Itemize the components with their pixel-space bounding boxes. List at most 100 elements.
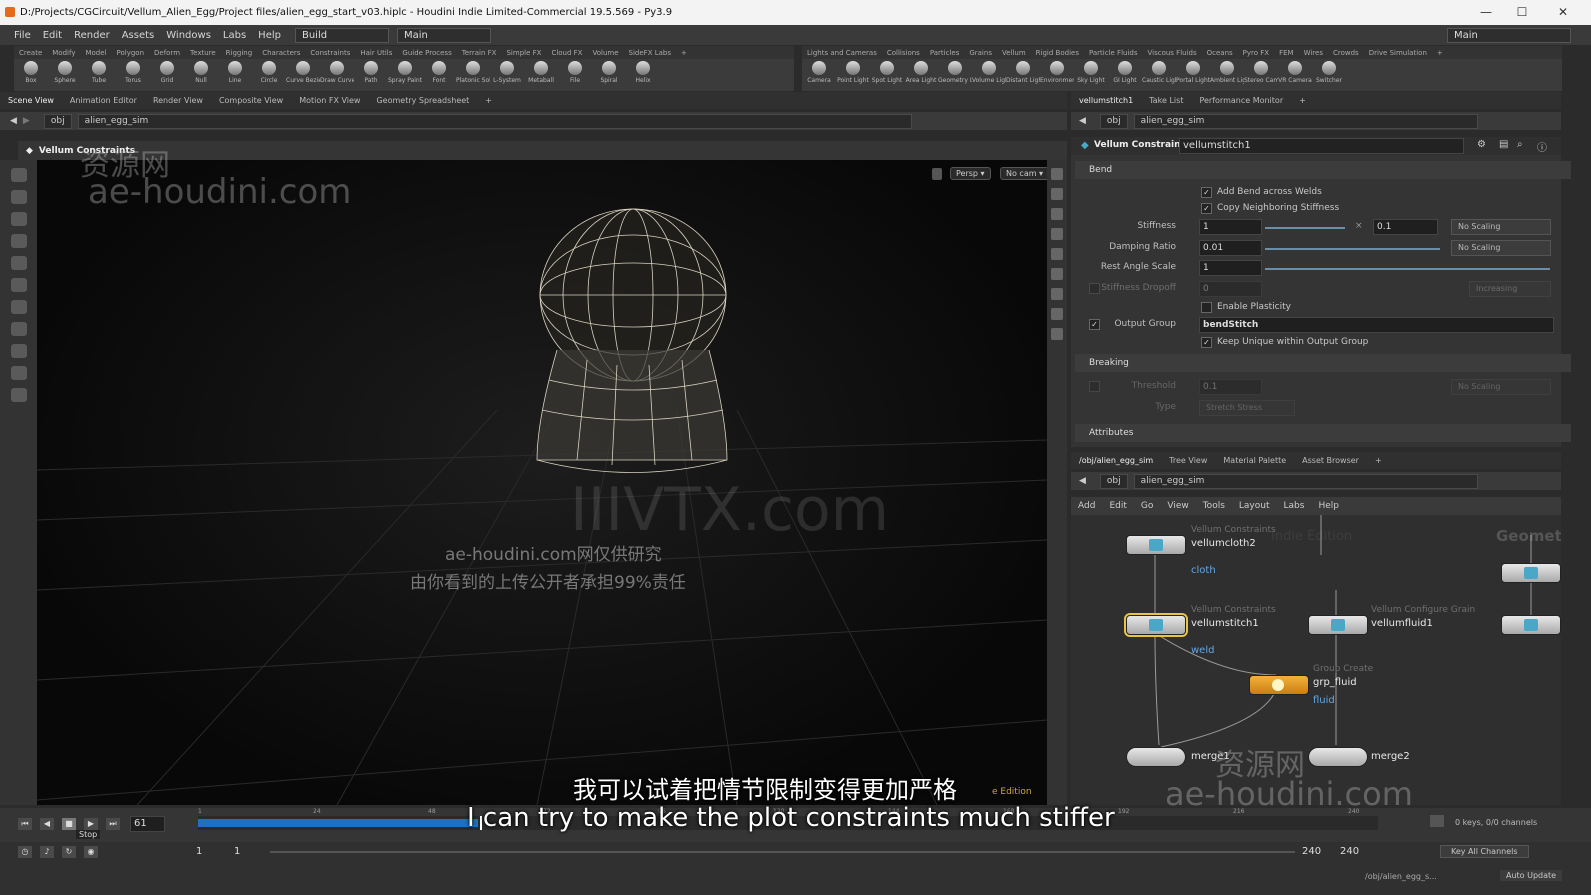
shelf-tool-left-4[interactable]: Grid	[150, 59, 184, 84]
rest-angle-slider[interactable]	[1265, 268, 1550, 270]
maximize-button[interactable]: ☐	[1504, 0, 1540, 25]
damping-slider[interactable]	[1265, 248, 1440, 250]
lock-icon[interactable]	[1051, 188, 1063, 200]
network-tab-2[interactable]: Material Palette	[1215, 456, 1294, 465]
net-path-node[interactable]: alien_egg_sim	[1133, 473, 1478, 489]
menu-edit[interactable]: Edit	[37, 30, 68, 41]
node-vellumfluid1[interactable]	[1308, 615, 1368, 635]
shelf-tool-left-11[interactable]: Spray Paint	[388, 59, 422, 84]
breaking-section[interactable]: Breaking	[1075, 354, 1571, 372]
snap-tool-icon[interactable]	[10, 366, 27, 380]
handle-tool-icon[interactable]	[10, 256, 27, 270]
shelf-tab-right-0[interactable]: Lights and Cameras	[802, 49, 882, 57]
menu-labs[interactable]: Labs	[217, 30, 252, 41]
loop-icon[interactable]: ↻	[62, 846, 76, 858]
shelf-tool-right-9[interactable]: GI Light	[1108, 59, 1142, 84]
close-button[interactable]: ✕	[1545, 0, 1581, 25]
shelf-tab-right-11[interactable]: Wires	[1299, 49, 1328, 57]
rest-angle-field[interactable]: 1	[1199, 260, 1262, 276]
network-tab-3[interactable]: Asset Browser	[1294, 456, 1367, 465]
shelf-tab-right-2[interactable]: Particles	[925, 49, 965, 57]
shelf-tool-right-11[interactable]: Portal Light	[1176, 59, 1210, 84]
damping-scaling-menu[interactable]: No Scaling	[1451, 240, 1551, 256]
shelf-tab-left-11[interactable]: Terrain FX	[457, 49, 502, 57]
stiffness-slider[interactable]	[1265, 227, 1345, 229]
net-menu-view[interactable]: View	[1160, 501, 1195, 511]
shelf-tab-right-5[interactable]: Rigid Bodies	[1031, 49, 1084, 57]
shelf-tool-left-18[interactable]: Helix	[626, 59, 660, 84]
shelf-tab-right-10[interactable]: FEM	[1274, 49, 1299, 57]
damping-field[interactable]: 0.01	[1199, 240, 1262, 256]
forward-arrow-icon[interactable]: ▶	[23, 116, 30, 126]
play-icon[interactable]: ▶	[84, 818, 98, 830]
param-back-icon[interactable]: ◀	[1079, 116, 1086, 126]
shelf-tool-left-7[interactable]: Circle	[252, 59, 286, 84]
current-frame-field[interactable]: 61	[130, 816, 165, 832]
shelf-tool-right-2[interactable]: Spot Light	[870, 59, 904, 84]
fps-icon[interactable]: ◉	[84, 846, 98, 858]
param-tab-1[interactable]: Take List	[1141, 96, 1191, 105]
net-menu-labs[interactable]: Labs	[1277, 501, 1312, 511]
network-tab-4[interactable]: +	[1367, 456, 1390, 465]
normals-icon[interactable]	[1051, 288, 1063, 300]
shelf-tool-left-8[interactable]: Curve Bezier	[286, 59, 320, 84]
stop-button[interactable]: ■	[62, 818, 76, 830]
shelf-tool-left-16[interactable]: File	[558, 59, 592, 84]
range-slider[interactable]	[270, 851, 1295, 853]
shelf-tab-left-12[interactable]: Simple FX	[501, 49, 546, 57]
shelf-tool-left-17[interactable]: Spiral	[592, 59, 626, 84]
shelf-tab-left-2[interactable]: Model	[80, 49, 111, 57]
desktop-select[interactable]: Build	[294, 27, 389, 43]
network-tab-0[interactable]: /obj/alien_egg_sim	[1071, 456, 1161, 465]
stiffness-scaling-menu[interactable]: No Scaling	[1451, 219, 1551, 235]
output-group-field[interactable]: bendStitch	[1199, 317, 1554, 333]
node-merge1[interactable]	[1126, 747, 1186, 767]
shelf-tool-right-3[interactable]: Area Light	[904, 59, 938, 84]
playback-start-field[interactable]: 1	[234, 846, 240, 857]
pose-tool-icon[interactable]	[10, 278, 27, 292]
shelf-tab-right-13[interactable]: Drive Simulation	[1364, 49, 1432, 57]
shelf-tab-left-7[interactable]: Characters	[257, 49, 305, 57]
viewer-tab-0[interactable]: Scene View	[0, 96, 62, 105]
type-menu[interactable]: Stretch Stress	[1199, 400, 1295, 416]
shelf-tab-left-5[interactable]: Texture	[185, 49, 221, 57]
viewer-tab-1[interactable]: Animation Editor	[62, 96, 145, 105]
shelf-tool-left-14[interactable]: L-System	[490, 59, 524, 84]
node-offscreen-1[interactable]	[1501, 563, 1561, 583]
shelf-tool-left-2[interactable]: Tube	[82, 59, 116, 84]
param-tab-3[interactable]: +	[1291, 96, 1314, 105]
node-vellumstitch1[interactable]	[1124, 613, 1188, 637]
stiffness-dropoff-field[interactable]: 0	[1199, 281, 1262, 297]
playback-end-field[interactable]: 240	[1302, 846, 1321, 857]
shelf-tool-right-5[interactable]: Volume Light	[972, 59, 1006, 84]
net-menu-go[interactable]: Go	[1134, 501, 1160, 511]
threshold-scaling-menu[interactable]: No Scaling	[1451, 379, 1551, 395]
auto-update-menu[interactable]: Auto Update	[1500, 870, 1563, 881]
rotate-tool-icon[interactable]	[10, 212, 27, 226]
viewer-tab-3[interactable]: Composite View	[211, 96, 291, 105]
attributes-section[interactable]: Attributes	[1075, 424, 1571, 442]
shelf-tool-right-8[interactable]: Sky Light	[1074, 59, 1108, 84]
shelf-tab-left-6[interactable]: Rigging	[221, 49, 258, 57]
context-select[interactable]: Main	[396, 27, 491, 43]
move-tool-icon[interactable]	[10, 190, 27, 204]
range-start-field[interactable]: 1	[196, 846, 202, 857]
net-menu-add[interactable]: Add	[1071, 501, 1102, 511]
shelf-tool-right-0[interactable]: Camera	[802, 59, 836, 84]
viewer-tab-6[interactable]: +	[477, 96, 500, 105]
gear-icon[interactable]: ⚙	[1477, 139, 1486, 150]
right-context-select[interactable]: Main	[1447, 27, 1571, 43]
shelf-tab-right-1[interactable]: Collisions	[882, 49, 925, 57]
shelf-tab-right-3[interactable]: Grains	[964, 49, 997, 57]
viewer-tab-5[interactable]: Geometry Spreadsheet	[368, 96, 477, 105]
jump-end-icon[interactable]: ⏭	[106, 818, 120, 830]
menu-help[interactable]: Help	[252, 30, 287, 41]
camera-icon[interactable]	[1051, 328, 1063, 340]
reference-icon[interactable]: ▤	[1499, 139, 1508, 150]
net-menu-layout[interactable]: Layout	[1232, 501, 1277, 511]
points-icon[interactable]	[1051, 268, 1063, 280]
param-path-root[interactable]: obj	[1099, 113, 1128, 129]
brush-tool-icon[interactable]	[10, 322, 27, 336]
select-tool-icon[interactable]	[10, 168, 27, 182]
network-tab-1[interactable]: Tree View	[1161, 456, 1215, 465]
